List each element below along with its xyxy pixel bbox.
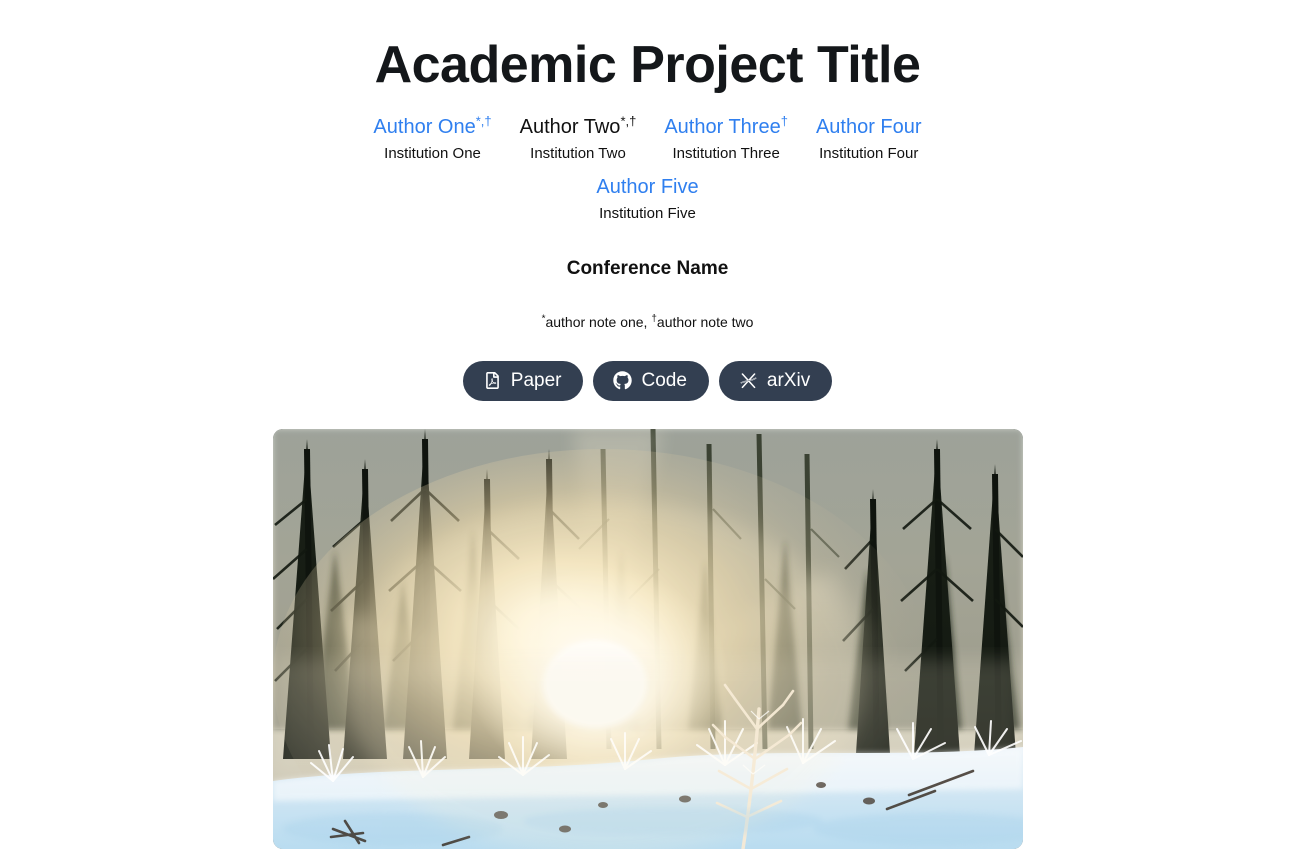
author-affiliation: Institution One [373,145,491,164]
author-link-five[interactable]: Author Five [596,176,698,198]
author-name-text: Author Three [664,116,780,138]
author-block: Author One*,† Institution One [359,115,505,164]
arxiv-button[interactable]: arXiv [719,361,832,401]
author-name-text: Author Five [596,176,698,198]
arxiv-button-label: arXiv [767,371,810,390]
author-link-one[interactable]: Author One*,† [373,116,491,138]
author-affiliation: Institution Three [664,145,788,164]
arxiv-icon [739,371,758,390]
paper-button-label: Paper [511,371,562,390]
author-name-two: Author Two*,† [520,116,637,138]
code-button-label: Code [641,371,686,390]
author-link-four[interactable]: Author Four [816,116,922,138]
note-text-two: author note two [657,314,754,330]
author-superscript: *,† [620,113,636,128]
author-block: Author Two*,† Institution Two [506,115,651,164]
github-icon [613,371,632,390]
note-text-one: author note one, [545,314,651,330]
author-block: Author Four Institution Four [802,115,936,164]
teaser-image-container [0,429,1295,849]
authors-row-primary: Author One*,† Institution One Author Two… [0,115,1295,164]
author-link-three[interactable]: Author Three† [664,116,788,138]
page-title: Academic Project Title [0,0,1295,93]
author-superscript: † [781,113,788,128]
author-name-text: Author One [373,116,475,138]
author-affiliation: Institution Two [520,145,637,164]
resource-links: Paper Code arXiv [0,361,1295,401]
author-block: Author Five Institution Five [582,175,712,224]
code-button[interactable]: Code [593,361,708,401]
project-page: Academic Project Title Author One*,† Ins… [0,0,1295,849]
authors-row-secondary: Author Five Institution Five [0,175,1295,224]
author-name-text: Author Four [816,116,922,138]
teaser-image [273,429,1023,849]
author-notes: *author note one, †author note two [0,314,1295,330]
author-affiliation: Institution Five [596,205,698,224]
paper-button[interactable]: Paper [463,361,584,401]
author-affiliation: Institution Four [816,145,922,164]
author-name-text: Author Two [520,116,621,138]
author-superscript: *,† [476,113,492,128]
conference-name: Conference Name [0,258,1295,280]
pdf-file-icon [483,371,502,390]
author-block: Author Three† Institution Three [650,115,802,164]
